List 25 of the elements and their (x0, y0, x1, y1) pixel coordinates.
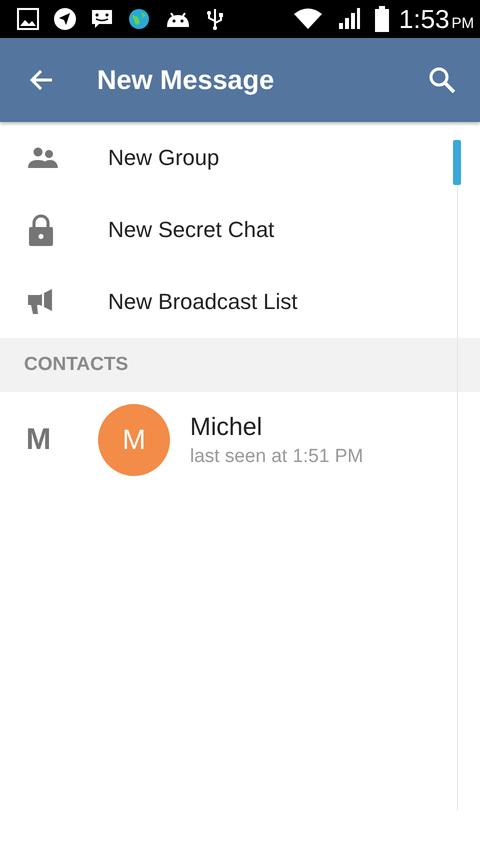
avatar: M (98, 404, 170, 476)
contact-name: Michel (190, 412, 264, 442)
screen-title: New Message (97, 64, 276, 96)
navigation-icon (53, 7, 77, 31)
section-header: CONTACTS (0, 338, 480, 392)
chat-icon (90, 7, 114, 31)
wifi-icon (292, 7, 323, 31)
signal-icon (336, 7, 361, 31)
battery-icon (374, 6, 389, 32)
lock-icon (28, 214, 54, 246)
clock: 1:53 PM (398, 4, 474, 34)
back-button[interactable] (28, 68, 54, 92)
menu-item[interactable]: New Group (0, 122, 480, 194)
people-icon (28, 147, 58, 169)
index-letter: M (25, 423, 52, 457)
scrollbar-thumb[interactable] (453, 140, 461, 185)
search-icon (428, 66, 456, 94)
globe-icon (127, 7, 151, 31)
search-button[interactable] (428, 66, 456, 94)
back-arrow-icon (28, 68, 54, 92)
menu-item[interactable]: New Broadcast List (0, 266, 480, 338)
last-seen-status: last seen at 1:51 PM (190, 446, 364, 468)
menu-item[interactable]: New Secret Chat (0, 194, 480, 266)
usb-icon (205, 7, 225, 31)
picture-icon (16, 7, 40, 31)
